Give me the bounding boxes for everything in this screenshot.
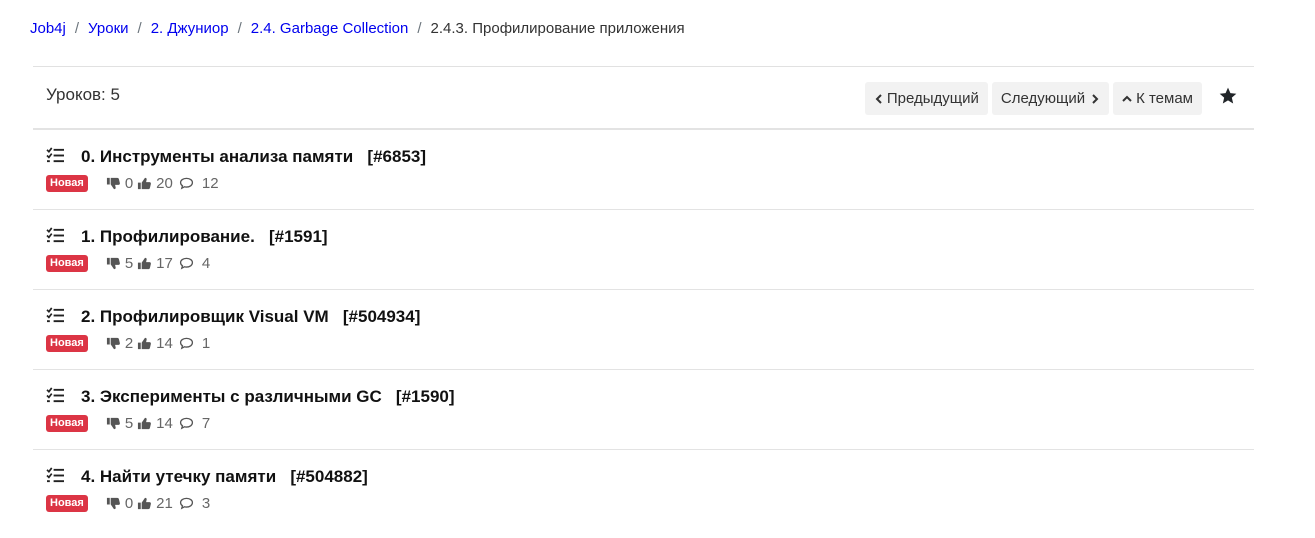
- previous-button[interactable]: Предыдущий: [864, 82, 988, 115]
- comment-count: 12: [201, 175, 219, 192]
- lesson-list: 0. Инструменты анализа памяти [#6853] Но…: [33, 130, 1254, 529]
- lesson-row: 1. Профилирование. [#1591] Новая 5 17 4: [33, 210, 1254, 290]
- tasks-icon: [46, 227, 64, 243]
- like-count: 17: [156, 255, 173, 272]
- lessons-panel: Уроков: 5 Предыдущий Следующий К темам 0…: [33, 66, 1254, 529]
- dislike-count: 5: [124, 415, 134, 432]
- breadcrumb-separator: /: [74, 20, 80, 37]
- thumbs-down-icon[interactable]: [106, 176, 121, 191]
- dislike-count: 5: [124, 255, 134, 272]
- breadcrumb-link-lessons[interactable]: Уроки: [88, 19, 128, 39]
- like-count: 21: [156, 495, 173, 512]
- comments-icon[interactable]: [179, 336, 194, 351]
- dislike-count: 0: [124, 495, 134, 512]
- comment-count: 1: [201, 335, 211, 352]
- breadcrumb-link-junior[interactable]: 2. Джуниор: [151, 19, 229, 39]
- nav-buttons: Предыдущий Следующий К темам: [861, 82, 1254, 115]
- dislike-count: 2: [124, 335, 134, 352]
- comments-icon[interactable]: [179, 176, 194, 191]
- chevron-left-icon: [875, 93, 882, 104]
- next-button[interactable]: Следующий: [991, 82, 1110, 115]
- next-button-label: Следующий: [1000, 90, 1086, 107]
- lesson-row: 3. Эксперименты с различными GC [#1590] …: [33, 370, 1254, 450]
- lesson-meta: Новая 2 14 1: [46, 335, 210, 352]
- thumbs-down-icon[interactable]: [106, 336, 121, 351]
- comments-icon[interactable]: [179, 416, 194, 431]
- dislike-count: 0: [124, 175, 134, 192]
- thumbs-up-icon[interactable]: [137, 256, 152, 271]
- comment-count: 3: [201, 495, 211, 512]
- status-badge: Новая: [46, 335, 88, 352]
- thumbs-down-icon[interactable]: [106, 416, 121, 431]
- previous-button-label: Предыдущий: [886, 90, 979, 107]
- breadcrumb-link-garbage-collection[interactable]: 2.4. Garbage Collection: [251, 19, 409, 39]
- like-count: 14: [156, 415, 173, 432]
- breadcrumb-link-job4j[interactable]: Job4j: [30, 19, 66, 39]
- lesson-meta: Новая 5 14 7: [46, 415, 210, 432]
- tasks-icon: [46, 467, 64, 483]
- like-count: 14: [156, 335, 173, 352]
- status-badge: Новая: [46, 175, 88, 192]
- thumbs-up-icon[interactable]: [137, 496, 152, 511]
- lesson-title[interactable]: 0. Инструменты анализа памяти [#6853]: [81, 147, 426, 167]
- status-badge: Новая: [46, 495, 88, 512]
- chevron-right-icon: [1092, 93, 1099, 104]
- lessons-count: Уроков: 5: [46, 85, 120, 104]
- topics-button[interactable]: К темам: [1113, 82, 1202, 115]
- breadcrumb-separator: /: [417, 20, 422, 37]
- lesson-row: 4. Найти утечку памяти [#504882] Новая 0…: [33, 450, 1254, 529]
- chevron-up-icon: [1122, 95, 1132, 102]
- thumbs-down-icon[interactable]: [106, 256, 121, 271]
- breadcrumb-separator: /: [237, 20, 242, 37]
- tasks-icon: [46, 147, 64, 163]
- comment-count: 4: [201, 255, 211, 272]
- lesson-meta: Новая 0 20 12: [46, 175, 219, 192]
- lesson-title[interactable]: 1. Профилирование. [#1591]: [81, 227, 328, 247]
- thumbs-up-icon[interactable]: [137, 416, 152, 431]
- panel-header: Уроков: 5 Предыдущий Следующий К темам: [33, 67, 1254, 130]
- lesson-row: 0. Инструменты анализа памяти [#6853] Но…: [33, 130, 1254, 210]
- lesson-title[interactable]: 2. Профилировщик Visual VM [#504934]: [81, 307, 420, 327]
- status-badge: Новая: [46, 255, 88, 272]
- comment-count: 7: [201, 415, 211, 432]
- breadcrumb-separator: /: [137, 20, 142, 37]
- tasks-icon: [46, 307, 64, 323]
- like-count: 20: [156, 175, 173, 192]
- tasks-icon: [46, 387, 64, 403]
- comments-icon[interactable]: [179, 496, 194, 511]
- lesson-title[interactable]: 3. Эксперименты с различными GC [#1590]: [81, 387, 455, 407]
- thumbs-up-icon[interactable]: [137, 336, 152, 351]
- lesson-meta: Новая 0 21 3: [46, 495, 210, 512]
- topics-button-label: К темам: [1136, 90, 1193, 107]
- thumbs-down-icon[interactable]: [106, 496, 121, 511]
- breadcrumb: Job4j / Уроки / 2. Джуниор / 2.4. Garbag…: [30, 19, 685, 39]
- breadcrumb-current: 2.4.3. Профилирование приложения: [430, 20, 685, 37]
- lesson-title[interactable]: 4. Найти утечку памяти [#504882]: [81, 467, 368, 487]
- thumbs-up-icon[interactable]: [137, 176, 152, 191]
- status-badge: Новая: [46, 415, 88, 432]
- lesson-meta: Новая 5 17 4: [46, 255, 210, 272]
- star-icon[interactable]: [1218, 86, 1238, 106]
- comments-icon[interactable]: [179, 256, 194, 271]
- lesson-row: 2. Профилировщик Visual VM [#504934] Нов…: [33, 290, 1254, 370]
